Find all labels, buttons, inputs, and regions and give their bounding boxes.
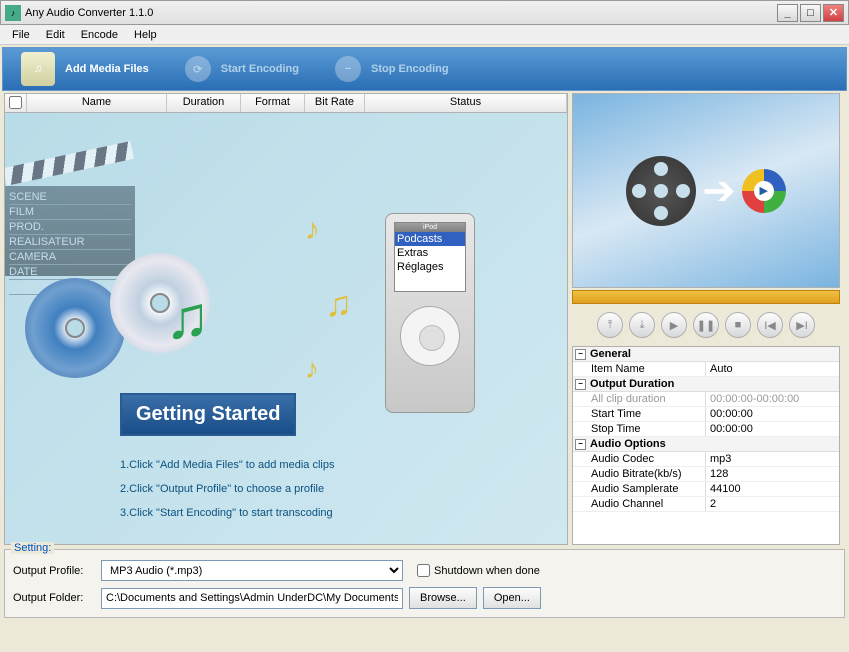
app-icon: ♪ xyxy=(5,5,21,21)
window-title: Any Audio Converter 1.1.0 xyxy=(25,7,777,19)
arrow-right-icon: ➔ xyxy=(702,168,736,214)
media-player-icon: ▶ xyxy=(742,169,786,213)
shutdown-label: Shutdown when done xyxy=(434,565,540,577)
menu-help[interactable]: Help xyxy=(126,27,165,43)
music-note-icon: ♫ xyxy=(325,283,352,325)
prop-start-time[interactable]: Start Time 00:00:00 xyxy=(573,407,839,422)
select-all-checkbox[interactable] xyxy=(5,94,27,112)
col-status[interactable]: Status xyxy=(365,94,567,112)
menu-file[interactable]: File xyxy=(4,27,38,43)
stop-icon: − xyxy=(335,56,361,82)
section-general: − General xyxy=(573,347,839,362)
step-2: 2.Click "Output Profile" to choose a pro… xyxy=(120,477,334,501)
minimize-button[interactable]: _ xyxy=(777,4,798,22)
music-folder-icon: ♫ xyxy=(21,52,55,86)
property-grid: − General Item Name Auto − Output Durati… xyxy=(572,346,840,545)
step-1: 1.Click "Add Media Files" to add media c… xyxy=(120,453,334,477)
start-encoding-button[interactable]: ⟳ Start Encoding xyxy=(167,49,317,89)
open-button[interactable]: Open... xyxy=(483,587,541,609)
getting-started-banner: Getting Started xyxy=(120,393,296,436)
titlebar: ♪ Any Audio Converter 1.1.0 _ □ ✕ xyxy=(0,0,849,25)
pause-button[interactable]: ❚❚ xyxy=(693,312,719,338)
add-media-label: Add Media Files xyxy=(65,63,149,75)
next-button[interactable]: ▶I xyxy=(789,312,815,338)
clapperboard-graphic: SCENEFILMPROD. REALISATEURCAMERADATECAME… xyxy=(5,168,135,278)
prop-audio-samplerate[interactable]: Audio Samplerate 44100 xyxy=(573,482,839,497)
ipod-graphic: iPod Podcasts Extras Réglages xyxy=(385,213,475,413)
prop-item-name[interactable]: Item Name Auto xyxy=(573,362,839,377)
collapse-toggle[interactable]: − xyxy=(575,439,586,450)
getting-started-steps: 1.Click "Add Media Files" to add media c… xyxy=(120,453,334,525)
section-output-duration: − Output Duration xyxy=(573,377,839,392)
output-profile-select[interactable]: MP3 Audio (*.mp3) xyxy=(101,560,403,581)
menu-edit[interactable]: Edit xyxy=(38,27,73,43)
music-note-icon: ♪ xyxy=(305,213,320,247)
checkbox-all[interactable] xyxy=(9,96,22,109)
start-icon: ⟳ xyxy=(185,56,211,82)
stop-button[interactable]: ■ xyxy=(725,312,751,338)
menu-encode[interactable]: Encode xyxy=(73,27,126,43)
col-duration[interactable]: Duration xyxy=(167,94,241,112)
file-list-empty-area: SCENEFILMPROD. REALISATEURCAMERADATECAME… xyxy=(4,113,568,545)
stop-encoding-button[interactable]: − Stop Encoding xyxy=(317,49,467,89)
video-preview-panel: ➔ ▶ xyxy=(572,93,840,288)
file-list-header: Name Duration Format Bit Rate Status xyxy=(4,93,568,113)
start-encoding-label: Start Encoding xyxy=(221,63,299,75)
shutdown-checkbox-wrap[interactable]: Shutdown when done xyxy=(417,564,540,577)
col-name[interactable]: Name xyxy=(27,94,167,112)
output-folder-label: Output Folder: xyxy=(13,592,95,604)
music-note-icon: ♫ xyxy=(165,283,210,352)
col-bitrate[interactable]: Bit Rate xyxy=(305,94,365,112)
maximize-button[interactable]: □ xyxy=(800,4,821,22)
section-audio-options: − Audio Options xyxy=(573,437,839,452)
set-end-button[interactable]: ⤓ xyxy=(629,312,655,338)
music-note-icon: ♪ xyxy=(305,353,319,385)
prop-all-clip-duration: All clip duration 00:00:00-00:00:00 xyxy=(573,392,839,407)
prop-audio-channel[interactable]: Audio Channel 2 xyxy=(573,497,839,512)
shutdown-checkbox[interactable] xyxy=(417,564,430,577)
add-media-files-button[interactable]: ♫ Add Media Files xyxy=(3,49,167,89)
seek-slider[interactable] xyxy=(572,290,840,304)
play-button[interactable]: ▶ xyxy=(661,312,687,338)
prop-audio-codec[interactable]: Audio Codec mp3 xyxy=(573,452,839,467)
col-format[interactable]: Format xyxy=(241,94,305,112)
film-reel-icon xyxy=(626,156,696,226)
collapse-toggle[interactable]: − xyxy=(575,379,586,390)
step-3: 3.Click "Start Encoding" to start transc… xyxy=(120,501,334,525)
menubar: File Edit Encode Help xyxy=(0,25,849,45)
settings-legend: Setting: xyxy=(11,542,54,554)
set-start-button[interactable]: ⤒ xyxy=(597,312,623,338)
prop-audio-bitrate[interactable]: Audio Bitrate(kb/s) 128 xyxy=(573,467,839,482)
close-button[interactable]: ✕ xyxy=(823,4,844,22)
output-folder-input[interactable] xyxy=(101,588,403,609)
collapse-toggle[interactable]: − xyxy=(575,349,586,360)
player-controls: ⤒ ⤓ ▶ ❚❚ ■ I◀ ▶I xyxy=(572,304,840,346)
output-profile-label: Output Profile: xyxy=(13,565,95,577)
toolbar: ♫ Add Media Files ⟳ Start Encoding − Sto… xyxy=(2,47,847,91)
browse-button[interactable]: Browse... xyxy=(409,587,477,609)
stop-encoding-label: Stop Encoding xyxy=(371,63,449,75)
prev-button[interactable]: I◀ xyxy=(757,312,783,338)
settings-panel: Setting: Output Profile: MP3 Audio (*.mp… xyxy=(4,549,845,618)
prop-stop-time[interactable]: Stop Time 00:00:00 xyxy=(573,422,839,437)
